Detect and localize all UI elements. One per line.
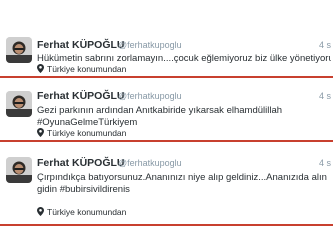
avatar[interactable] xyxy=(6,37,32,63)
location-label: Türkiye konumundan xyxy=(47,128,127,138)
tweet-text-line: Çırpındıkça batıyorsunuz.Ananınızı niye … xyxy=(37,172,327,183)
location-label: Türkiye konumundan xyxy=(47,64,127,74)
tweet-timestamp[interactable]: 4 s xyxy=(319,40,331,50)
tweet-text-line: Gezi parkının ardından Anıtkabiride yıka… xyxy=(37,105,283,116)
location-pin-icon xyxy=(37,207,44,216)
tweet-text: Gezi parkının ardından Anıtkabiride yıka… xyxy=(37,105,331,129)
author-name[interactable]: Ferhat KÜPOĞLU xyxy=(37,39,125,51)
tweet-timestamp[interactable]: 4 s xyxy=(319,158,331,168)
author-handle[interactable]: @ferhatkupoglu xyxy=(118,91,182,101)
tweet-location[interactable]: Türkiye konumundan xyxy=(37,128,126,138)
author-name[interactable]: Ferhat KÜPOĞLU xyxy=(37,157,125,169)
avatar[interactable] xyxy=(6,157,32,183)
divider xyxy=(0,224,333,226)
divider xyxy=(0,76,333,78)
tweet-location[interactable]: Türkiye konumundan xyxy=(37,64,126,74)
tweet-1: Ferhat KÜPOĞLU @ferhatkupoglu 4 s Hüküme… xyxy=(0,0,333,76)
location-pin-icon xyxy=(37,64,44,73)
location-pin-icon xyxy=(37,128,44,137)
tweet-2: Ferhat KÜPOĞLU @ferhatkupoglu 4 s Gezi p… xyxy=(0,80,333,140)
tweet-3: Ferhat KÜPOĞLU @ferhatkupoglu 4 s Çırpın… xyxy=(0,144,333,224)
divider xyxy=(0,140,333,142)
author-handle[interactable]: @ferhatkupoglu xyxy=(118,40,182,50)
author-handle[interactable]: @ferhatkupoglu xyxy=(118,158,182,168)
tweet-timestamp[interactable]: 4 s xyxy=(319,91,331,101)
tweet-text-line: gidin #bubirsivildirenis xyxy=(37,184,130,195)
location-label: Türkiye konumundan xyxy=(47,207,127,217)
author-name[interactable]: Ferhat KÜPOĞLU xyxy=(37,90,125,102)
avatar[interactable] xyxy=(6,91,32,117)
tweet-text: Çırpındıkça batıyorsunuz.Ananınızı niye … xyxy=(37,172,331,196)
tweet-location[interactable]: Türkiye konumundan xyxy=(37,207,126,217)
